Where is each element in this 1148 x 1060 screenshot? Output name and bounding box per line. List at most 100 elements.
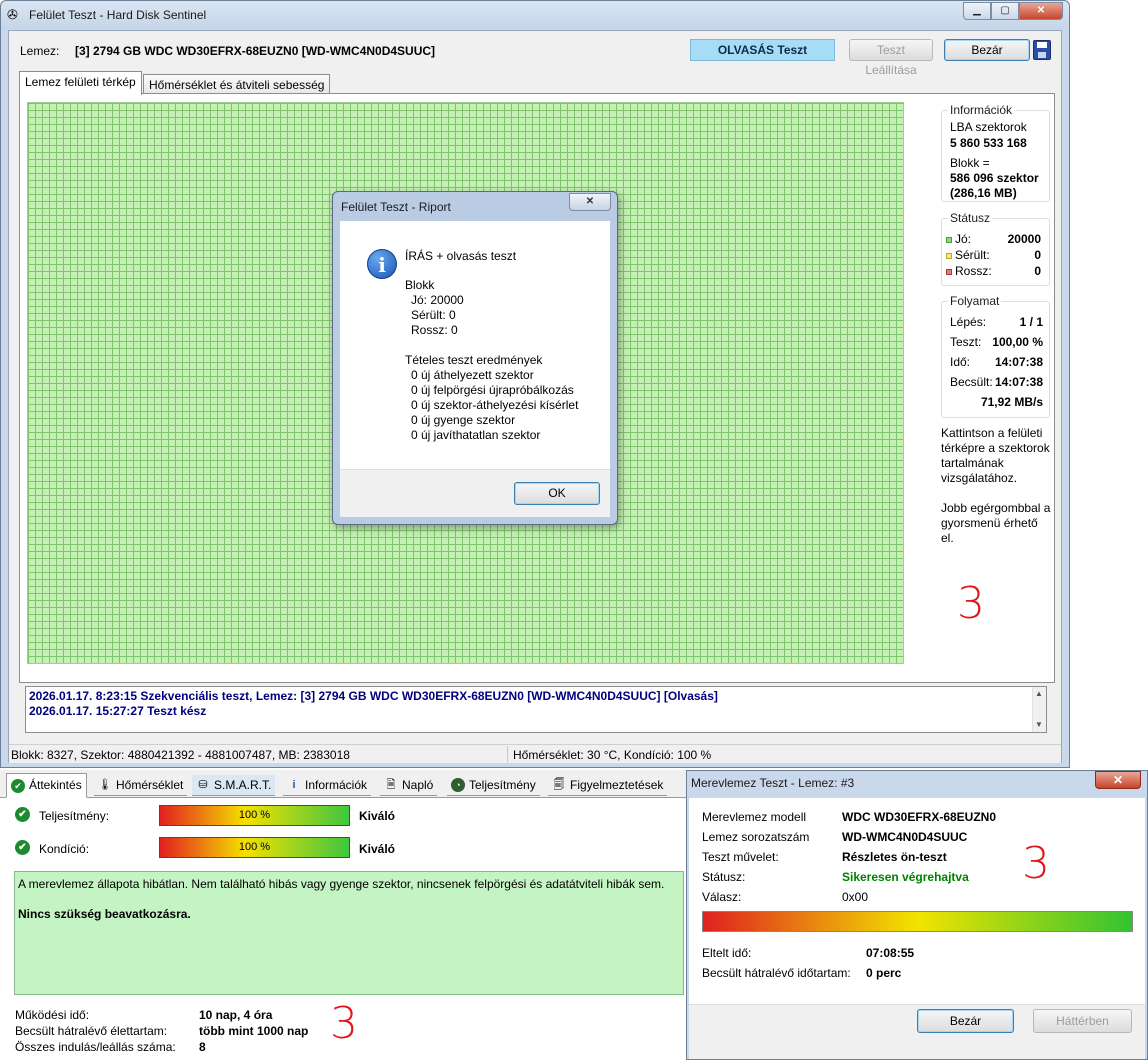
step-label: Lépés: — [950, 315, 987, 329]
time-value: 14:07:38 — [994, 355, 1043, 369]
model-value: WDC WD30EFRX-68EUZN0 — [842, 810, 997, 824]
tab-surface-map[interactable]: Lemez felületi térkép — [19, 71, 142, 95]
close-icon[interactable]: ✕ — [1095, 771, 1141, 789]
step-value: 1 / 1 — [1019, 315, 1043, 329]
block-size: (286,16 MB) — [950, 186, 1017, 200]
tab-overview[interactable]: ✔ Áttekintés — [6, 773, 87, 798]
save-icon[interactable] — [1033, 40, 1051, 60]
health-bar: 100 % — [159, 837, 350, 858]
document-icon: 🗎 — [386, 779, 396, 791]
disk-label: Lemez: — [20, 44, 60, 58]
report-heading: ÍRÁS + olvasás teszt — [405, 249, 517, 263]
test-progress-bar — [702, 911, 1133, 932]
log-line: 2026.01.17. 15:27:27 Teszt kész — [29, 704, 207, 718]
close-icon[interactable]: ✕ — [1019, 2, 1063, 20]
dialog-close-icon[interactable]: ✕ — [569, 193, 611, 211]
report-dialog-title: Felület Teszt - Riport — [341, 200, 451, 214]
report-result-item: 0 új gyenge szektor — [411, 413, 516, 427]
serial-value: WD-WMC4N0D4SUUC — [842, 830, 968, 844]
lba-label: LBA szektorok — [950, 120, 1027, 134]
tab-information[interactable]: i Információk — [283, 775, 372, 796]
speed-value: 71,92 MB/s — [980, 395, 1043, 409]
report-results-title: Tételes teszt eredmények — [405, 353, 543, 367]
lifetime-label: Becsült hátralévő élettartam: — [15, 1024, 168, 1038]
health-message: A merevlemez állapota hibátlan. Nem talá… — [18, 877, 665, 891]
minimize-icon[interactable]: ▁ — [963, 2, 991, 20]
log-scrollbar[interactable]: ▲ ▼ — [1032, 687, 1046, 732]
uptime-label: Működési idő: — [15, 1008, 90, 1022]
tab-temperature[interactable]: 🌡 Hőmérséklet — [94, 775, 188, 796]
hd-test-title: Merevlemez Teszt - Lemez: #3 — [691, 776, 855, 790]
health-message-box: A merevlemez állapota hibátlan. Nem talá… — [14, 871, 684, 995]
report-block-title: Blokk — [405, 278, 435, 292]
health-message-bold: Nincs szükség beavatkozásra. — [18, 907, 191, 921]
annotation-3: 3 — [330, 998, 358, 1049]
disk-icon: ⛁ — [198, 779, 208, 791]
bad-value: 0 — [1034, 264, 1041, 278]
estimated-value: 14:07:38 — [994, 375, 1043, 389]
report-body: i ÍRÁS + olvasás teszt Blokk Jó: 20000 S… — [340, 221, 610, 469]
scroll-down-icon[interactable]: ▼ — [1035, 720, 1043, 729]
damaged-swatch-icon — [946, 252, 952, 259]
health-label: Kondíció: — [39, 842, 90, 856]
operation-label: Teszt művelet: — [702, 850, 779, 864]
hint-click: Kattintson a felületi térképre a szektor… — [941, 426, 1050, 485]
close-button[interactable]: Bezár — [944, 39, 1030, 61]
health-rating: Kiváló — [359, 842, 396, 856]
tab-log[interactable]: 🗎 Napló — [380, 775, 438, 796]
bad-swatch-icon — [946, 268, 952, 275]
test-status-value: Sikeresen végrehajtva — [842, 870, 969, 884]
bad-label: Rossz: — [955, 264, 992, 278]
status-bar: Blokk: 8327, Szektor: 4880421392 - 48810… — [9, 744, 1061, 763]
hd-test-body: Merevlemez modell WDC WD30EFRX-68EUZN0 L… — [689, 798, 1145, 1004]
report-good: Jó: 20000 — [411, 293, 464, 307]
log-panel: 2026.01.17. 8:23:15 Szekvenciális teszt,… — [25, 686, 1047, 733]
block-label: Blokk = — [950, 156, 990, 170]
report-result-item: 0 új áthelyezett szektor — [411, 368, 534, 382]
elapsed-label: Eltelt idő: — [702, 946, 752, 960]
startstop-value: 8 — [199, 1040, 206, 1054]
maximize-icon[interactable]: ▢ — [991, 2, 1019, 20]
serial-label: Lemez sorozatszám — [702, 830, 810, 844]
status-group-title: Státusz — [948, 211, 993, 225]
tab-temperature-speed[interactable]: Hőmérséklet és átviteli sebesség — [143, 74, 331, 95]
window-title: Felület Teszt - Hard Disk Sentinel — [29, 8, 207, 22]
performance-label: Teljesítmény: — [39, 809, 110, 823]
startstop-label: Összes indulás/leállás száma: — [15, 1040, 176, 1054]
block-value: 586 096 szektor — [950, 171, 1039, 185]
stop-test-button[interactable]: Teszt Leállítása — [849, 39, 933, 77]
hint-right-click: Jobb egérgombbal a gyorsmenü érhető el. — [941, 501, 1051, 545]
test-status-label: Státusz: — [702, 870, 746, 884]
report-result-item: 0 új felpörgési újrapróbálkozás — [411, 383, 574, 397]
annotation-3: 3 — [1022, 838, 1050, 889]
progress-group: Folyamat Lépés: 1 / 1 Teszt: 100,00 % Id… — [941, 294, 1050, 418]
tab-smart[interactable]: ⛁ S.M.A.R.T. — [192, 775, 276, 796]
ok-button[interactable]: OK — [514, 482, 600, 505]
operation-value: Részletes ön-teszt — [842, 850, 947, 864]
status-bar-block: Blokk: 8327, Szektor: 4880421392 - 48810… — [11, 748, 350, 762]
scroll-up-icon[interactable]: ▲ — [1035, 689, 1043, 698]
test-label: Teszt: — [950, 335, 982, 349]
elapsed-value: 07:08:55 — [866, 946, 915, 960]
response-label: Válasz: — [702, 890, 742, 904]
hd-test-dialog: Merevlemez Teszt - Lemez: #3 ✕ Merevleme… — [686, 770, 1148, 1060]
title-bar[interactable]: ✇ Felület Teszt - Hard Disk Sentinel ▁ ▢… — [1, 1, 1069, 29]
lba-value: 5 860 533 168 — [950, 136, 1027, 150]
report-footer: OK — [340, 469, 610, 517]
alert-document-icon: 🗐 — [553, 779, 565, 791]
background-button[interactable]: Háttérben — [1033, 1009, 1132, 1033]
status-bar-temperature: Hőmérséklet: 30 °C, Kondíció: 100 % — [513, 748, 712, 762]
remaining-label: Becsült hátralévő időtartam: — [702, 966, 851, 980]
tab-alerts[interactable]: 🗐 Figyelmeztetések — [548, 775, 668, 796]
health-bar-text: 100 % — [238, 841, 271, 853]
test-status-badge: OLVASÁS Teszt — [690, 39, 835, 61]
hd-close-button[interactable]: Bezár — [917, 1009, 1014, 1033]
performance-bar-text: 100 % — [238, 809, 271, 821]
estimated-label: Becsült: — [950, 375, 993, 389]
tab-performance[interactable]: ◔ Teljesítmény — [447, 775, 540, 796]
check-icon: ✔ — [15, 807, 30, 822]
remaining-value: 0 perc — [866, 966, 902, 980]
status-group: Státusz Jó: 20000 Sérült: 0 Rossz: 0 — [941, 211, 1050, 286]
annotation-3: 3 — [957, 578, 985, 629]
report-bad: Rossz: 0 — [411, 323, 458, 337]
